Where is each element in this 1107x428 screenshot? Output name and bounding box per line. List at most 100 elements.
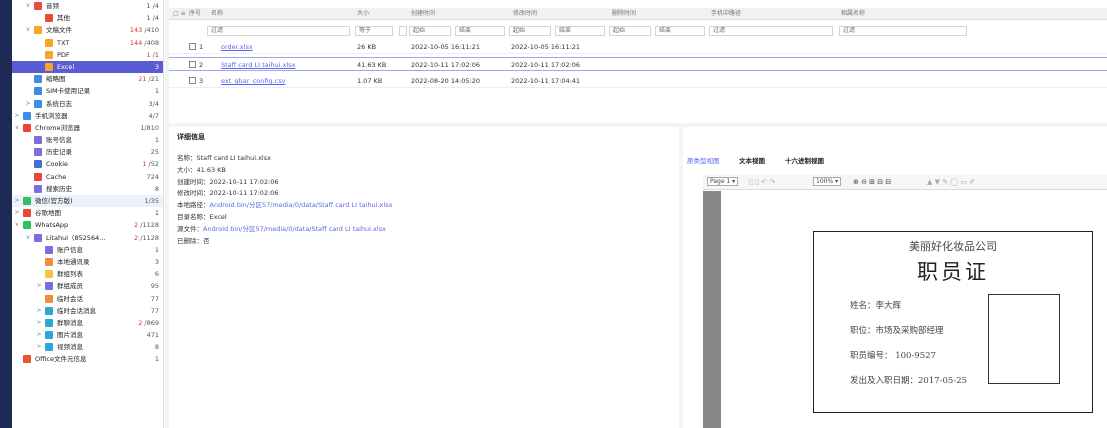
zoom-tool-icons[interactable]: ⊕ ⊖ ⊞ ⊟ ⊟ xyxy=(853,178,891,186)
modified-end-input[interactable]: 结束 xyxy=(555,26,605,36)
header-name[interactable]: 名称 xyxy=(211,8,223,20)
sidebar-item[interactable]: 临时会话 77 xyxy=(12,293,163,305)
header-modified[interactable]: 修改时间 xyxy=(513,8,537,20)
sidebar-item[interactable]: PDF 1 /1 xyxy=(12,49,163,61)
category-icon xyxy=(45,38,53,47)
row-checkbox[interactable] xyxy=(189,61,196,68)
header-size[interactable]: 大小 xyxy=(357,8,369,20)
tab-hex-view[interactable]: 十六进制视图 xyxy=(785,155,824,165)
row-modified: 2022-10-05 16:11:21 xyxy=(511,43,581,51)
row-name[interactable]: Staff card LI taihui.xlsx xyxy=(221,58,295,72)
sidebar-item[interactable]: > 谷歌地图 1 xyxy=(12,207,163,219)
sidebar-item-count: 1 xyxy=(154,245,159,254)
name-filter-input[interactable]: 过滤 xyxy=(207,26,350,36)
chevron-icon[interactable]: > xyxy=(24,98,32,110)
size-operator-select[interactable]: 等于 xyxy=(355,26,393,36)
sidebar-item[interactable]: Cookie 1 /52 xyxy=(12,158,163,170)
created-start-input[interactable]: 起始 xyxy=(409,26,451,36)
chevron-icon[interactable]: > xyxy=(35,329,43,341)
chevron-icon[interactable]: ∨ xyxy=(13,122,21,134)
category-icon xyxy=(34,75,42,84)
header-index[interactable]: 序号 xyxy=(189,8,201,20)
path-filter-input[interactable]: 过滤 xyxy=(709,26,833,36)
sidebar-item[interactable]: Office文件元信息 1 xyxy=(12,353,163,365)
zoom-select[interactable]: 100% ▾ xyxy=(813,177,842,186)
related-filter-input[interactable]: 过滤 xyxy=(839,26,967,36)
detail-value[interactable]: Android.bin/分区57/media/0/data/Staff card… xyxy=(210,201,393,209)
sidebar-item-count: 1 /52 xyxy=(142,160,159,169)
sidebar-item[interactable]: > 临时会话消息 77 xyxy=(12,305,163,317)
sidebar-item[interactable]: 群组列表 6 xyxy=(12,268,163,280)
chevron-icon[interactable]: ∨ xyxy=(24,0,32,12)
chevron-icon[interactable]: > xyxy=(35,305,43,317)
header-related-name[interactable]: 相属名称 xyxy=(841,8,865,20)
sidebar-item[interactable]: > 群聊消息 2 /869 xyxy=(12,317,163,329)
table-row[interactable]: 1 order.xlsx 26 KB 2022-10-05 16:11:21 2022-… xyxy=(169,40,1107,54)
chevron-icon[interactable]: > xyxy=(35,341,43,353)
row-size: 41.63 KB xyxy=(357,61,387,69)
chevron-icon[interactable]: > xyxy=(13,207,21,219)
staff-card: 美丽好化妆品公司 职员证 姓名：李大辉 职位：市场及采购部经理 职员编号： 10… xyxy=(813,231,1093,413)
size-filter-input[interactable] xyxy=(399,26,407,36)
chevron-icon[interactable]: > xyxy=(35,280,43,292)
page-nav-icons[interactable]: ▯ ▯ ↶ ↷ xyxy=(749,178,775,186)
created-end-input[interactable]: 结束 xyxy=(455,26,505,36)
sidebar-item[interactable]: SIM卡使用记录 1 xyxy=(12,85,163,97)
row-name[interactable]: ext_gbar_config.csv xyxy=(221,74,285,88)
header-deleted[interactable]: 删除时间 xyxy=(612,8,636,20)
sidebar-item[interactable]: ∨ Litahui（852564... 2 /1128 xyxy=(12,232,163,244)
chevron-icon[interactable]: > xyxy=(13,195,21,207)
sidebar-item[interactable]: TXT 144 /408 xyxy=(12,37,163,49)
sidebar-tree[interactable]: ∨ 音频 1 /4 其他 1 /4 ∨ 文稿文件 143 /410 TXT 144 /408 PDF… xyxy=(12,0,164,428)
sidebar-item[interactable]: > 视频消息 8 xyxy=(12,341,163,353)
sidebar-item[interactable]: ∨ 音频 1 /4 xyxy=(12,0,163,12)
annotation-icons[interactable]: ▲ ▼ ✎ ◯ ▭ ✐ xyxy=(927,178,975,186)
chevron-icon[interactable]: > xyxy=(13,110,21,122)
deleted-start-input[interactable]: 起始 xyxy=(609,26,651,36)
header-device-path[interactable]: 手机中路径 xyxy=(711,8,741,20)
sidebar-item[interactable]: 账户信息 1 xyxy=(12,244,163,256)
sidebar-item[interactable]: 账号信息 1 xyxy=(12,134,163,146)
sidebar-item[interactable]: Excel 3 xyxy=(12,60,163,74)
sidebar-item[interactable]: > 微信(官方版) 1/35 xyxy=(12,195,163,208)
detail-key: 修改时间： xyxy=(177,189,210,198)
sidebar-item-count: 4/7 xyxy=(148,111,159,120)
modified-start-input[interactable]: 起始 xyxy=(509,26,551,36)
category-icon xyxy=(45,331,53,340)
sidebar-item[interactable]: 其他 1 /4 xyxy=(12,12,163,24)
chevron-icon[interactable]: ∨ xyxy=(24,232,32,244)
sidebar-item[interactable]: > 系统日志 3/4 xyxy=(12,98,163,110)
row-modified: 2022-10-11 17:04:41 xyxy=(511,77,581,85)
tab-native-view[interactable]: 原类型视图 xyxy=(687,155,720,165)
header-checkbox[interactable]: ▢ ≡ xyxy=(173,8,186,20)
deleted-end-input[interactable]: 结束 xyxy=(655,26,705,36)
sidebar-item[interactable]: 历史记录 25 xyxy=(12,146,163,158)
chevron-icon[interactable]: ∨ xyxy=(24,24,32,36)
sidebar-item[interactable]: ∨ WhatsApp 2 /1128 xyxy=(12,219,163,231)
row-created: 2022-08-20 14:05:20 xyxy=(411,77,481,85)
page-select[interactable]: Page 1 ▾ xyxy=(707,177,739,186)
sidebar-item[interactable]: Cache 724 xyxy=(12,171,163,183)
sidebar-item[interactable]: > 图片消息 471 xyxy=(12,329,163,341)
row-size: 26 KB xyxy=(357,43,377,51)
sidebar-item-label: PDF xyxy=(57,50,70,59)
sidebar-item[interactable]: > 群组成员 95 xyxy=(12,280,163,292)
sidebar-item[interactable]: ∨ Chrome浏览器 1/810 xyxy=(12,122,163,134)
sidebar-item[interactable]: ∨ 文稿文件 143 /410 xyxy=(12,24,163,36)
row-checkbox[interactable] xyxy=(189,43,196,50)
sidebar-item[interactable]: > 手机浏览器 4/7 xyxy=(12,110,163,122)
table-row[interactable]: 3 ext_gbar_config.csv 1.07 KB 2022-08-20 14… xyxy=(169,74,1107,88)
chevron-icon[interactable]: ∨ xyxy=(13,219,21,231)
detail-value[interactable]: Android.bin/分区57/media/0/data/Staff card… xyxy=(203,225,386,233)
row-name[interactable]: order.xlsx xyxy=(221,40,253,54)
card-name: 姓名：李大辉 xyxy=(850,301,902,311)
sidebar-item[interactable]: 本地通讯录 3 xyxy=(12,256,163,268)
header-created[interactable]: 创建时间 xyxy=(411,8,435,20)
detail-line: 本地路径：Android.bin/分区57/media/0/data/Staff… xyxy=(177,199,392,209)
tab-text-view[interactable]: 文本视图 xyxy=(739,155,765,165)
sidebar-item[interactable]: 搜索历史 8 xyxy=(12,183,163,195)
sidebar-item[interactable]: 缩略图 21 /21 xyxy=(12,73,163,85)
table-row[interactable]: 2 Staff card LI taihui.xlsx 41.63 KB 2022-1… xyxy=(169,57,1107,71)
row-checkbox[interactable] xyxy=(189,77,196,84)
chevron-icon[interactable]: > xyxy=(35,317,43,329)
